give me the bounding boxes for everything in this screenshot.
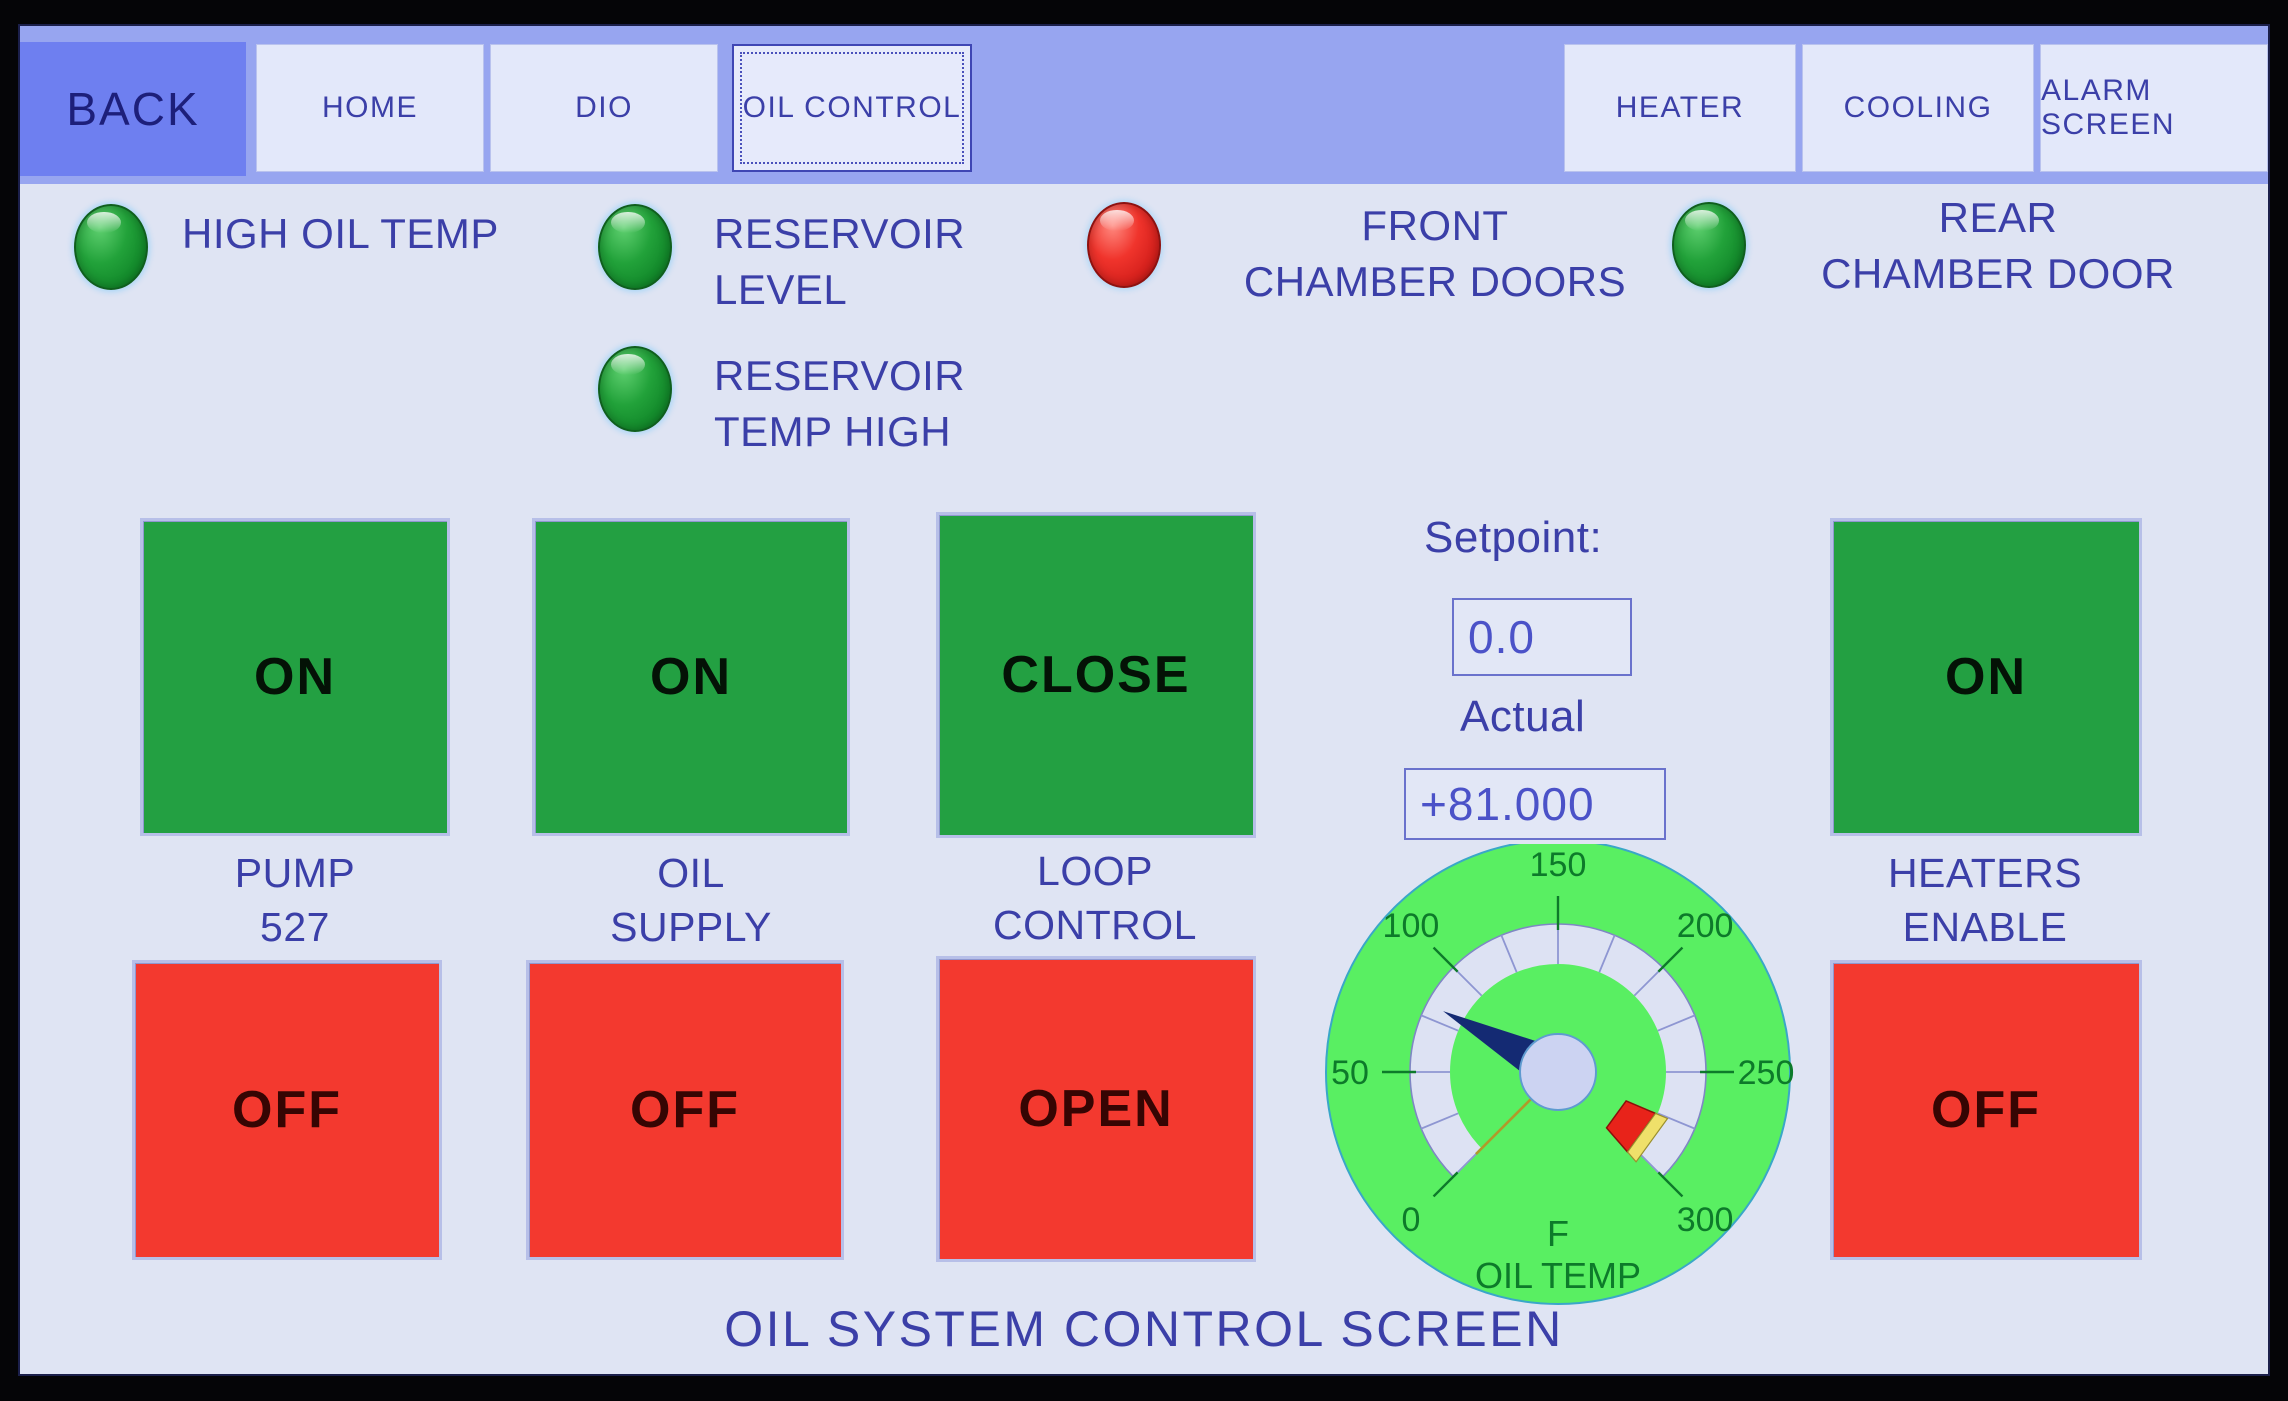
nav-tab-back-label: BACK	[66, 83, 200, 135]
lamp-gloss	[611, 353, 645, 376]
heaters-enable-off-button[interactable]: OFF	[1830, 960, 2142, 1260]
nav-tab-back[interactable]: BACK	[20, 42, 246, 176]
gauge-tick-label-200: 200	[1677, 907, 1734, 945]
loop-control-open-button[interactable]: OPEN	[936, 956, 1256, 1262]
gauge-title-label: OIL TEMP	[1475, 1255, 1641, 1296]
pump-on-button[interactable]: ON	[140, 518, 450, 836]
nav-tab-home-label: HOME	[322, 91, 418, 124]
lamp-gloss	[611, 211, 645, 234]
status-label-rear-chamber-door: REAR CHAMBER DOOR	[1821, 194, 2175, 297]
nav-tab-alarm-screen[interactable]: ALARM SCREEN	[2040, 44, 2268, 172]
pump-off-button[interactable]: OFF	[132, 960, 442, 1260]
status-label-reservoir-temp-high: RESERVOIR TEMP HIGH	[714, 352, 966, 455]
gauge-hub	[1519, 1033, 1597, 1111]
setpoint-value: 0.0	[1468, 611, 1535, 663]
navigation-bar: BACK HOME DIO OIL CONTROL HEATER COOLING…	[20, 26, 2268, 184]
loop-control-group-label: LOOP CONTROL	[993, 848, 1197, 948]
heaters-enable-on-button[interactable]: ON	[1830, 518, 2142, 836]
loop-control-close-label: CLOSE	[1001, 646, 1191, 704]
nav-tab-oil-control-label: OIL CONTROL	[742, 91, 962, 124]
actual-title: Actual	[1460, 692, 1586, 741]
gauge-tick-label-150: 150	[1530, 846, 1587, 884]
gauge-tick-label-250: 250	[1738, 1054, 1795, 1092]
nav-tab-dio-label: DIO	[575, 91, 633, 124]
nav-tab-cooling-label: COOLING	[1843, 91, 1993, 124]
nav-tab-home[interactable]: HOME	[256, 44, 484, 172]
gauge-tick-label-300: 300	[1677, 1201, 1734, 1239]
oil-temp-gauge-svg: 0 50 100 150 200 250 300 FOIL TEMP	[1325, 844, 1795, 1305]
actual-value: +81.000	[1420, 778, 1595, 830]
status-label-reservoir-level: RESERVOIR LEVEL	[714, 210, 966, 313]
loop-control-open-label: OPEN	[1018, 1080, 1174, 1138]
oil-supply-on-label: ON	[650, 648, 732, 706]
heaters-enable-off-label: OFF	[1931, 1081, 2041, 1139]
oil-supply-group-label: OIL SUPPLY	[610, 850, 772, 950]
gauge-tick-label-100: 100	[1383, 907, 1440, 945]
oil-supply-on-button[interactable]: ON	[532, 518, 850, 836]
device-bezel: BACK HOME DIO OIL CONTROL HEATER COOLING…	[0, 0, 2288, 1401]
oil-temp-gauge: 0 50 100 150 200 250 300 F OIL TEMP	[1318, 844, 1798, 1326]
status-lamp-front-chamber-doors	[1087, 202, 1161, 288]
nav-tab-oil-control[interactable]: OIL CONTROL	[732, 44, 972, 172]
gauge-tick-label-50: 50	[1331, 1054, 1369, 1092]
pump-off-label: OFF	[232, 1081, 342, 1139]
gauge-unit-label: F	[1547, 1213, 1569, 1254]
screen-title: OIL SYSTEM CONTROL SCREEN	[724, 1301, 1564, 1357]
setpoint-title: Setpoint:	[1424, 513, 1603, 562]
lamp-gloss	[87, 211, 121, 234]
status-label-high-oil-temp: HIGH OIL TEMP	[182, 210, 499, 257]
status-label-front-chamber-doors: FRONT CHAMBER DOORS	[1243, 202, 1627, 305]
oil-supply-off-button[interactable]: OFF	[526, 960, 844, 1260]
nav-tab-heater-label: HEATER	[1615, 91, 1745, 124]
pump-on-label: ON	[254, 648, 336, 706]
pump-group-label: PUMP 527	[234, 850, 356, 950]
status-lamp-reservoir-temp-high	[598, 346, 672, 432]
status-lamp-rear-chamber-door	[1672, 202, 1746, 288]
setpoint-input[interactable]: 0.0	[1452, 598, 1632, 676]
actual-value-field: +81.000	[1404, 768, 1666, 840]
oil-supply-off-label: OFF	[630, 1081, 740, 1139]
nav-tab-dio[interactable]: DIO	[490, 44, 718, 172]
nav-tab-heater[interactable]: HEATER	[1564, 44, 1796, 172]
status-lamp-reservoir-level	[598, 204, 672, 290]
heaters-enable-group-label: HEATERS ENABLE	[1887, 850, 2083, 950]
nav-tab-cooling[interactable]: COOLING	[1802, 44, 2034, 172]
status-lamp-high-oil-temp	[74, 204, 148, 290]
gauge-tick-label-0: 0	[1401, 1201, 1420, 1239]
heaters-enable-on-label: ON	[1945, 648, 2027, 706]
loop-control-close-button[interactable]: CLOSE	[936, 512, 1256, 838]
lamp-gloss	[1100, 209, 1134, 232]
lamp-gloss	[1685, 209, 1719, 232]
hmi-panel: BACK HOME DIO OIL CONTROL HEATER COOLING…	[20, 26, 2268, 1374]
nav-tab-alarm-screen-label: ALARM SCREEN	[2041, 74, 2176, 141]
